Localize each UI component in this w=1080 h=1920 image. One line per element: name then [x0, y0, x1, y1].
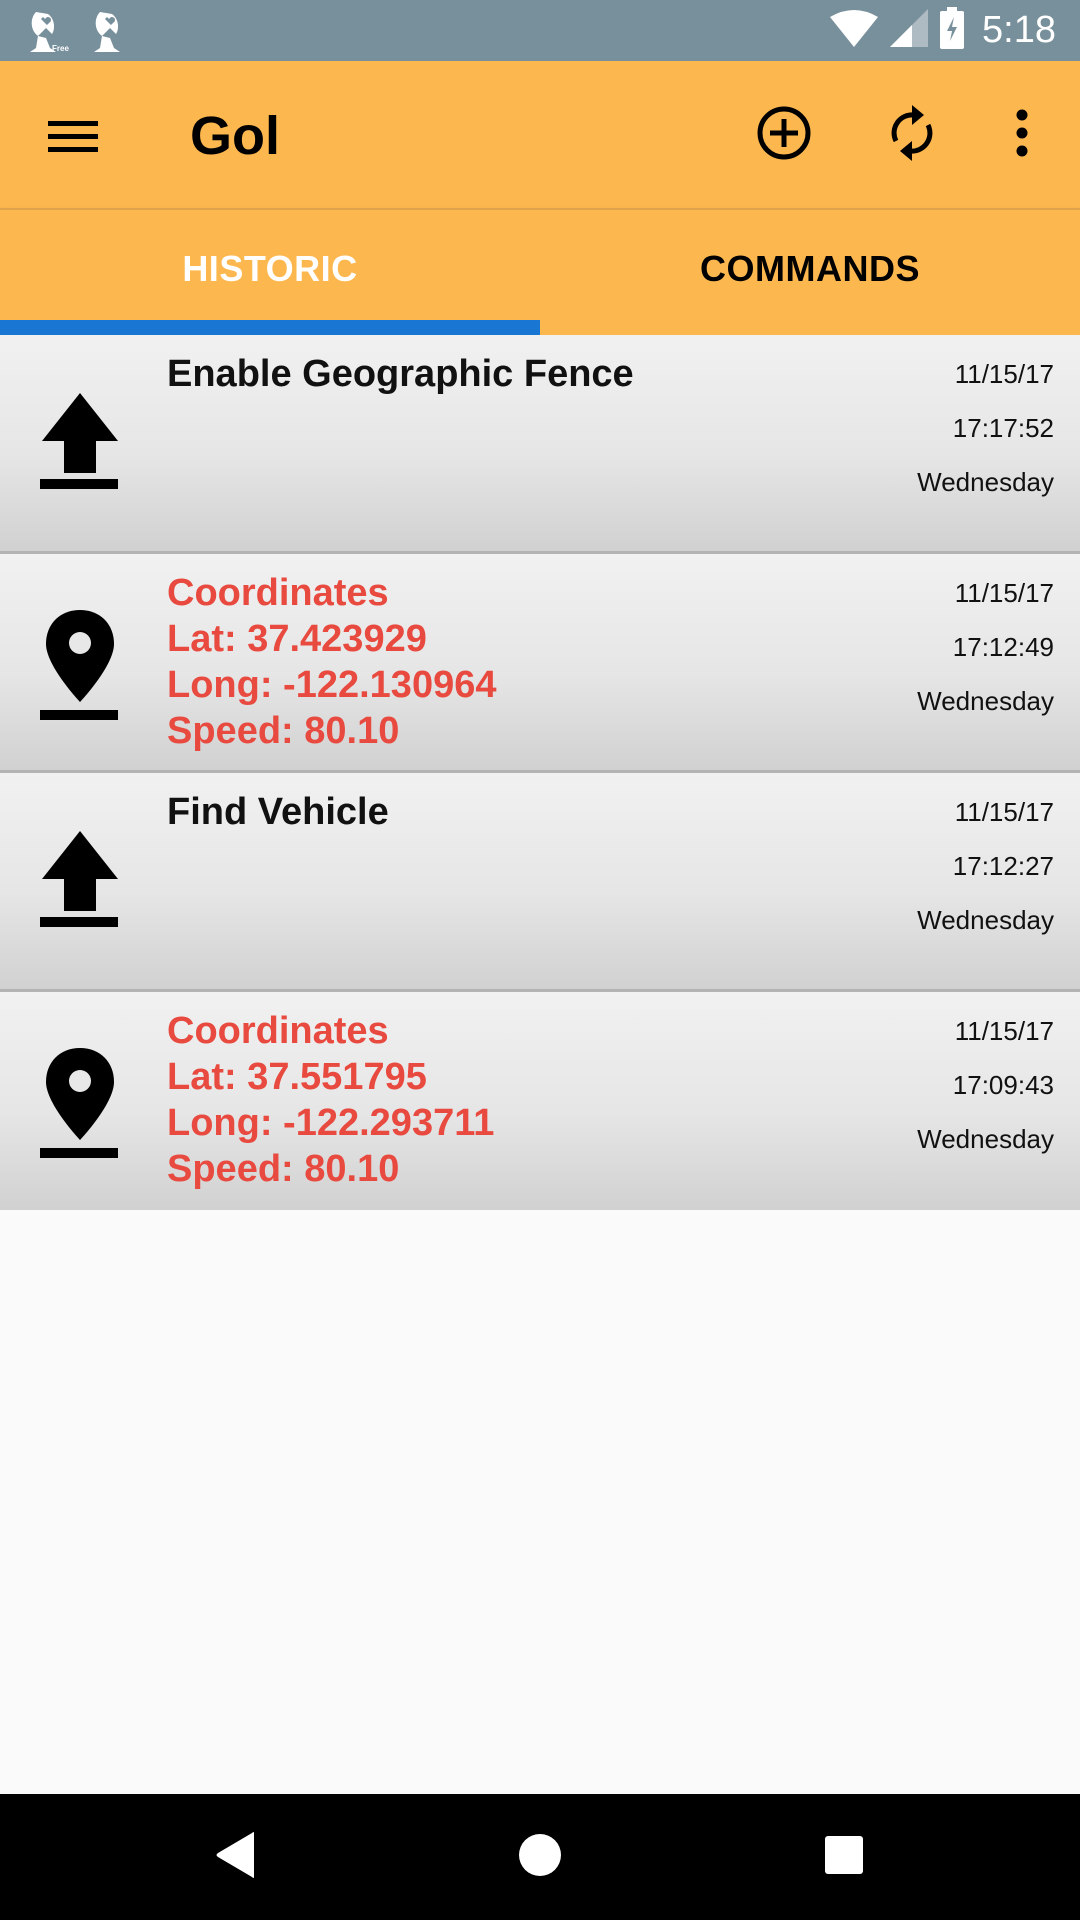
tab-bar: HISTORIC COMMANDS — [0, 208, 1080, 335]
latitude: Lat: 37.551795 — [167, 1056, 427, 1098]
app-toolbar: Gol — [0, 61, 1080, 208]
clock: 5:18 — [982, 9, 1056, 51]
command-title: Enable Geographic Fence — [167, 353, 634, 395]
item-day: Wednesday — [917, 467, 1054, 497]
item-time: 17:12:27 — [952, 851, 1054, 881]
tab-label: COMMANDS — [700, 247, 920, 289]
speed: Speed: 80.10 — [167, 1148, 400, 1190]
active-tab-indicator — [0, 320, 540, 335]
item-time: 17:12:49 — [952, 632, 1054, 662]
history-item-command[interactable]: Enable Geographic Fence 11/15/17 17:17:5… — [0, 335, 1080, 554]
item-date: 11/15/17 — [954, 359, 1054, 389]
item-time: 17:09:43 — [952, 1070, 1054, 1100]
item-day: Wednesday — [917, 686, 1054, 716]
command-title: Find Vehicle — [167, 791, 389, 833]
recents-icon — [824, 1835, 864, 1880]
history-item-coordinates[interactable]: Coordinates Lat: 37.551795 Long: -122.29… — [0, 992, 1080, 1210]
hamburger-menu-icon[interactable] — [42, 105, 104, 165]
tab-label: HISTORIC — [182, 247, 358, 289]
upload-icon — [40, 393, 124, 494]
location-pin-icon — [40, 608, 124, 725]
more-options-button[interactable] — [990, 103, 1054, 167]
battery-charging-icon — [940, 7, 965, 54]
satellite-dish-icon — [90, 8, 134, 54]
history-item-coordinates[interactable]: Coordinates Lat: 37.423929 Long: -122.13… — [0, 554, 1080, 773]
wifi-icon — [830, 9, 879, 52]
back-icon — [214, 1831, 258, 1884]
refresh-icon — [884, 103, 940, 168]
add-circle-icon — [756, 105, 812, 166]
tab-historic[interactable]: HISTORIC — [0, 210, 540, 335]
history-item-command[interactable]: Find Vehicle 11/15/17 17:12:27 Wednesday — [0, 773, 1080, 992]
add-button[interactable] — [752, 103, 816, 167]
item-time: 17:17:52 — [952, 413, 1054, 443]
longitude: Long: -122.130964 — [167, 664, 497, 706]
item-day: Wednesday — [917, 1124, 1054, 1154]
upload-icon — [40, 831, 124, 932]
item-date: 11/15/17 — [954, 578, 1054, 608]
app-title: Gol — [190, 106, 280, 166]
location-pin-icon — [40, 1046, 124, 1163]
refresh-button[interactable] — [880, 103, 944, 167]
item-date: 11/15/17 — [954, 797, 1054, 827]
cell-signal-icon — [890, 9, 929, 52]
system-nav-bar — [0, 1794, 1080, 1920]
status-bar: Free 5:18 — [0, 0, 1080, 61]
tab-commands[interactable]: COMMANDS — [540, 210, 1080, 335]
speed: Speed: 80.10 — [167, 710, 400, 752]
home-button[interactable] — [510, 1832, 570, 1882]
item-day: Wednesday — [917, 905, 1054, 935]
history-list: Enable Geographic Fence 11/15/17 17:17:5… — [0, 335, 1080, 1210]
longitude: Long: -122.293711 — [167, 1102, 495, 1144]
latitude: Lat: 37.423929 — [167, 618, 427, 660]
item-date: 11/15/17 — [954, 1016, 1054, 1046]
recents-button[interactable] — [814, 1832, 874, 1882]
coordinates-title: Coordinates — [167, 572, 389, 614]
more-vert-icon — [1012, 108, 1032, 163]
coordinates-title: Coordinates — [167, 1010, 389, 1052]
home-icon — [518, 1833, 562, 1882]
back-button[interactable] — [206, 1831, 266, 1884]
notification-badge: Free — [52, 44, 69, 53]
